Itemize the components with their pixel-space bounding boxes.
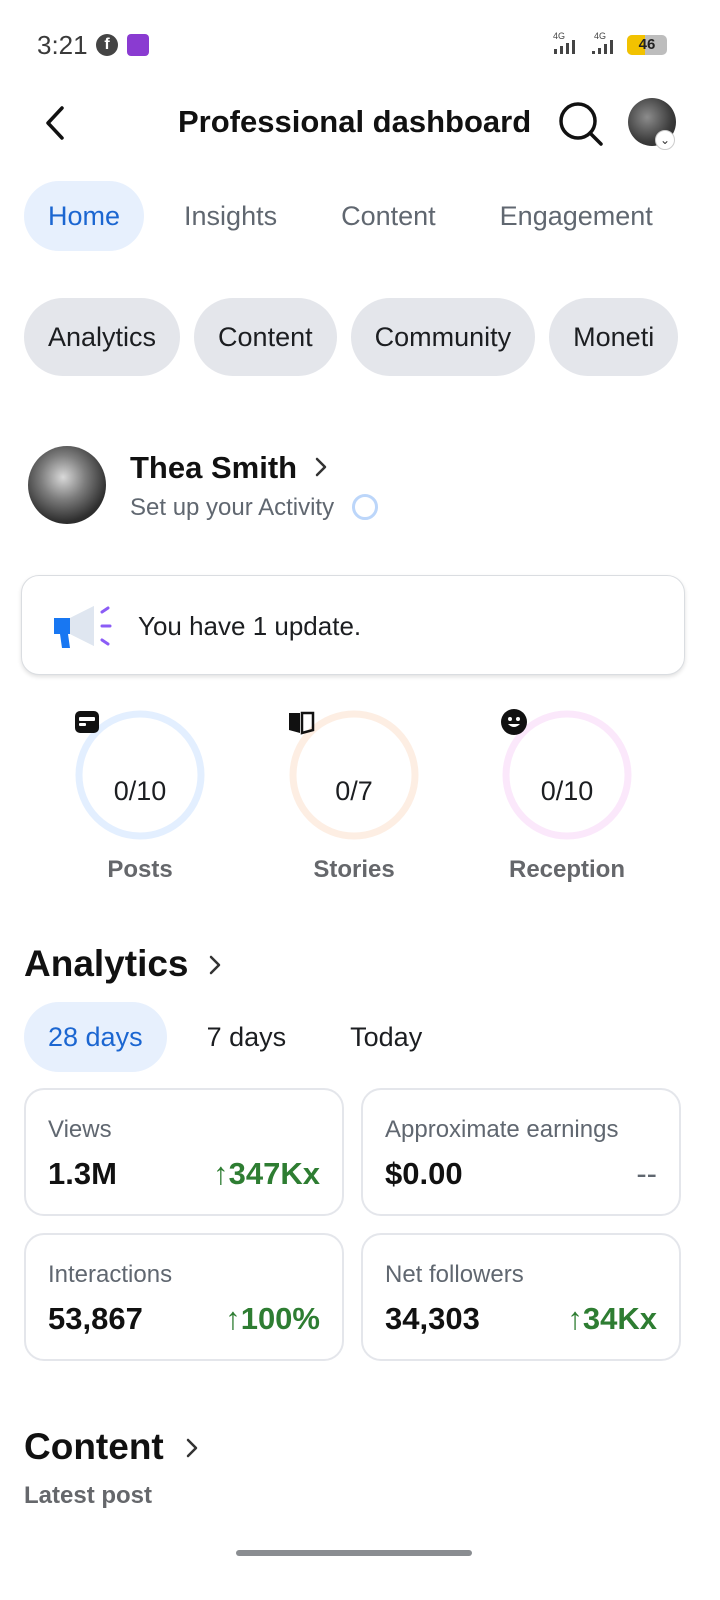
profile-subtitle[interactable]: Set up your Activity (130, 494, 334, 522)
metric-card-views[interactable]: Views 1.3M ↑347Kx (24, 1088, 344, 1216)
chevron-down-icon[interactable]: ⌄ (655, 130, 675, 150)
metric-value: 1.3M (48, 1156, 117, 1191)
metric-label: Interactions (48, 1261, 173, 1288)
shortcut-chips: Analytics Content Community Moneti (24, 298, 720, 376)
metric-card-interactions[interactable]: Interactions 53,867 ↑100% (24, 1233, 344, 1361)
chevron-right-icon[interactable] (184, 1436, 200, 1460)
tab-home[interactable]: Home (24, 181, 145, 251)
signal-icon: 4G (553, 31, 575, 54)
goal-label: Posts (107, 856, 173, 883)
profile-name[interactable]: Thea Smith (130, 450, 297, 486)
goal-reception[interactable]: 0/10 Reception (500, 708, 634, 884)
smiley-icon (501, 709, 527, 735)
metric-value: 34,303 (385, 1301, 480, 1336)
metric-change: ↑347Kx (213, 1156, 320, 1191)
battery-icon: 46 (627, 35, 667, 55)
header: Professional dashboard (0, 92, 720, 156)
metric-change: -- (636, 1156, 657, 1191)
signal-1-label: 4G (553, 31, 565, 41)
goal-value: 0/7 (335, 776, 373, 806)
metric-label: Views (48, 1116, 112, 1143)
search-icon[interactable] (555, 98, 607, 150)
home-indicator[interactable] (236, 1550, 472, 1556)
page-title: Professional dashboard (178, 104, 532, 139)
metric-card-net-followers[interactable]: Net followers 34,303 ↑34Kx (361, 1233, 681, 1361)
metric-card-earnings[interactable]: Approximate earnings $0.00 -- (361, 1088, 681, 1216)
goal-posts[interactable]: 0/10 Posts (73, 708, 207, 884)
period-today[interactable]: Today (326, 1002, 446, 1072)
period-28-days[interactable]: 28 days (24, 1002, 167, 1072)
tab-content[interactable]: Content (317, 181, 460, 251)
facebook-notification-icon: f (96, 34, 118, 56)
metric-change: ↑100% (225, 1301, 320, 1336)
tab-bar: Home Insights Content Engagement (24, 181, 693, 251)
tab-engagement[interactable]: Engagement (476, 181, 677, 251)
period-7-days[interactable]: 7 days (183, 1002, 311, 1072)
chip-analytics[interactable]: Analytics (24, 298, 181, 376)
status-bar: 3:21 f 4G 4G 46 (0, 0, 720, 90)
chip-monetization[interactable]: Moneti (549, 298, 679, 376)
signal-2-label: 4G (594, 31, 606, 41)
goal-stories[interactable]: 0/7 Stories (287, 708, 421, 884)
goal-label: Reception (508, 856, 625, 883)
update-card[interactable]: You have 1 update. (21, 575, 685, 675)
chevron-right-icon[interactable] (207, 953, 223, 977)
content-subtitle: Latest post (24, 1482, 153, 1509)
app-notification-icon (127, 34, 149, 56)
chevron-right-icon[interactable] (312, 455, 330, 479)
chip-content[interactable]: Content (194, 298, 337, 376)
post-icon (75, 711, 99, 733)
signal-icon: 4G (592, 31, 613, 54)
metric-value: 53,867 (48, 1301, 143, 1336)
metric-label: Approximate earnings (385, 1116, 619, 1143)
metric-value: $0.00 (385, 1156, 463, 1191)
megaphone-icon (54, 606, 112, 648)
battery-level: 46 (638, 36, 656, 53)
status-time: 3:21 (37, 30, 88, 60)
content-title[interactable]: Content (24, 1426, 164, 1468)
period-selector: 28 days 7 days Today (24, 1002, 446, 1072)
goal-value: 0/10 (113, 776, 167, 806)
tab-insights[interactable]: Insights (160, 181, 301, 251)
goal-value: 0/10 (540, 776, 594, 806)
analytics-title[interactable]: Analytics (24, 943, 189, 985)
update-text: You have 1 update. (138, 611, 362, 641)
chip-community[interactable]: Community (350, 298, 536, 376)
book-icon (289, 711, 315, 735)
goal-label: Stories (313, 856, 395, 883)
activity-progress-icon (352, 494, 378, 520)
profile-avatar[interactable] (28, 446, 106, 524)
metric-change: ↑34Kx (567, 1301, 657, 1336)
chevron-left-icon[interactable] (34, 98, 78, 148)
metric-label: Net followers (385, 1261, 524, 1288)
